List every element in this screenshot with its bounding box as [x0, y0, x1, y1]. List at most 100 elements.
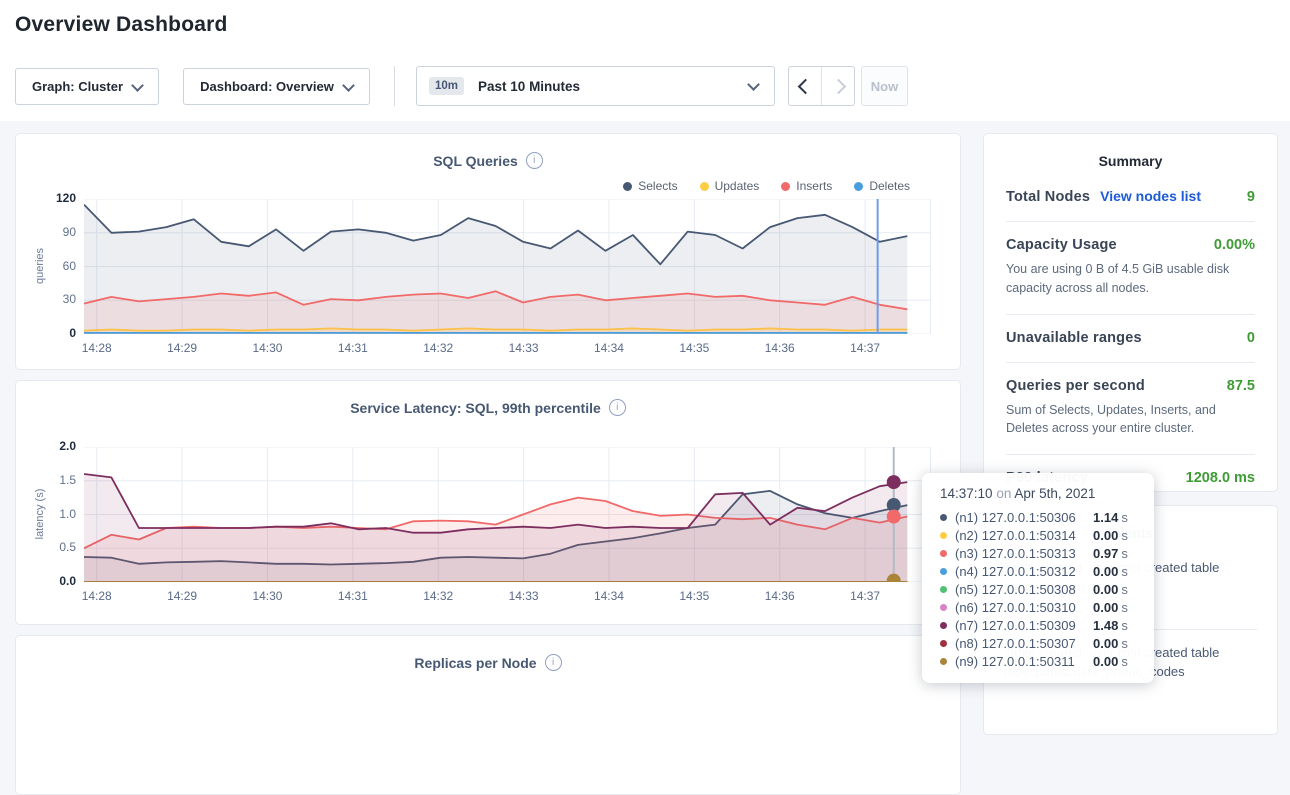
- x-axis-tick: 14:34: [587, 341, 631, 355]
- y-axis-tick: 0: [26, 326, 76, 340]
- tooltip-node-address: (n1) 127.0.0.1:50306: [955, 510, 1085, 525]
- summary-row-1: Capacity Usage0.00% You are using 0 B of …: [1006, 222, 1255, 315]
- tooltip-latency-value: 1.14s: [1093, 510, 1128, 525]
- summary-panel: Summary Total NodesView nodes list9Capac…: [983, 133, 1278, 492]
- summary-label: Total Nodes: [1006, 189, 1090, 205]
- info-icon[interactable]: i: [545, 654, 562, 671]
- summary-row-2: Unavailable ranges0: [1006, 315, 1255, 363]
- tooltip-row-8: (n8) 127.0.0.1:503070.00s: [940, 634, 1154, 652]
- summary-subtitle: Sum of Selects, Updates, Inserts, and De…: [1006, 401, 1255, 439]
- chevron-down-icon: [131, 79, 144, 92]
- tooltip-node-address: (n8) 127.0.0.1:50307: [955, 636, 1085, 651]
- x-axis-tick: 14:30: [245, 341, 289, 355]
- chevron-down-icon: [342, 79, 355, 92]
- chevron-right-icon: [830, 78, 846, 94]
- tooltip-timestamp: 14:37:10 on Apr 5th, 2021: [940, 486, 1154, 501]
- x-axis-tick: 14:35: [672, 341, 716, 355]
- now-button-label: Now: [871, 79, 898, 94]
- legend-dot-icon: [700, 182, 709, 191]
- tooltip-latency-unit: s: [1121, 618, 1128, 633]
- dashboard-dropdown[interactable]: Dashboard: Overview: [183, 68, 370, 105]
- legend-item-deletes[interactable]: Deletes: [854, 179, 910, 193]
- tooltip-rows: (n1) 127.0.0.1:50306 1.14s (n2) 127.0.0.1:…: [940, 508, 1154, 670]
- x-axis-tick: 14:29: [160, 341, 204, 355]
- tooltip-latency-value: 1.48s: [1093, 618, 1128, 633]
- x-axis-tick: 14:36: [758, 589, 802, 603]
- tooltip-node-address: (n9) 127.0.0.1:50311: [955, 654, 1085, 669]
- node-color-dot-icon: [940, 658, 947, 665]
- tooltip-node-address: (n5) 127.0.0.1:50308: [955, 582, 1085, 597]
- y-axis-tick: 1.0: [26, 507, 76, 521]
- time-range-dropdown[interactable]: 10m Past 10 Minutes: [416, 66, 775, 106]
- summary-row-head: Queries per second87.5: [1006, 378, 1255, 394]
- summary-rows: Total Nodes View nodes list 9 Capacity Usag…: [984, 173, 1277, 502]
- legend-item-inserts[interactable]: Inserts: [781, 179, 832, 193]
- tooltip-row-3: (n3) 127.0.0.1:503130.97s: [940, 544, 1154, 562]
- tooltip-latency-value: 0.00s: [1093, 654, 1128, 669]
- y-axis-tick: 60: [26, 259, 76, 273]
- legend-label: Inserts: [796, 179, 832, 193]
- service-latency-card: Service Latency: SQL, 99th percentile i …: [15, 380, 961, 625]
- time-range-label: Past 10 Minutes: [478, 79, 580, 94]
- sql-queries-legend: Selects Updates Inserts Deletes: [623, 179, 910, 193]
- sql-queries-chart-title: SQL Queries: [433, 153, 518, 169]
- sql-queries-chart-canvas[interactable]: [84, 199, 931, 334]
- graph-dropdown[interactable]: Graph: Cluster: [15, 68, 159, 105]
- legend-label: Deletes: [869, 179, 910, 193]
- view-nodes-list-link[interactable]: View nodes list: [1100, 188, 1201, 204]
- tooltip-latency-unit: s: [1121, 582, 1128, 597]
- summary-row-3: Queries per second87.5 Sum of Selects, Up…: [1006, 363, 1255, 456]
- sql-queries-card: SQL Queries i Selects Updates Inserts Delet…: [15, 133, 961, 370]
- tooltip-latency-unit: s: [1121, 654, 1128, 669]
- legend-item-selects[interactable]: Selects: [623, 179, 677, 193]
- summary-label: Queries per second: [1006, 378, 1145, 394]
- info-icon[interactable]: i: [526, 152, 543, 169]
- legend-dot-icon: [781, 182, 790, 191]
- replicas-chart-title: Replicas per Node: [414, 655, 536, 671]
- tooltip-latency-unit: s: [1121, 510, 1128, 525]
- time-back-button[interactable]: [789, 67, 821, 105]
- summary-value: 9: [1247, 189, 1255, 205]
- x-axis-tick: 14:32: [416, 341, 460, 355]
- tooltip-node-address: (n6) 127.0.0.1:50310: [955, 600, 1085, 615]
- x-axis-tick: 14:34: [587, 589, 631, 603]
- now-button[interactable]: Now: [861, 66, 908, 106]
- y-axis-tick: 90: [26, 225, 76, 239]
- x-axis-tick: 14:30: [245, 589, 289, 603]
- tooltip-node-address: (n3) 127.0.0.1:50313: [955, 546, 1085, 561]
- tooltip-row-5: (n5) 127.0.0.1:50308 0.00s: [940, 580, 1154, 598]
- tooltip-latency-value: 0.00s: [1093, 582, 1128, 597]
- page-title: Overview Dashboard: [15, 13, 228, 37]
- info-icon[interactable]: i: [609, 399, 626, 416]
- x-axis-tick: 14:37: [843, 589, 887, 603]
- tooltip-latency-unit: s: [1121, 564, 1128, 579]
- time-forward-button[interactable]: [821, 67, 854, 105]
- summary-row-head: Total Nodes View nodes list 9: [1006, 188, 1255, 205]
- graph-dropdown-label: Graph: Cluster: [32, 79, 123, 94]
- legend-item-updates[interactable]: Updates: [700, 179, 760, 193]
- legend-label: Selects: [638, 179, 677, 193]
- node-color-dot-icon: [940, 640, 947, 647]
- summary-row-head: Capacity Usage0.00%: [1006, 237, 1255, 253]
- node-color-dot-icon: [940, 568, 947, 575]
- node-color-dot-icon: [940, 604, 947, 611]
- x-axis-tick: 14:32: [416, 589, 460, 603]
- x-axis-tick: 14:33: [502, 341, 546, 355]
- x-axis-tick: 14:28: [75, 589, 119, 603]
- tooltip-row-9: (n9) 127.0.0.1:50311 0.00s: [940, 652, 1154, 670]
- legend-label: Updates: [715, 179, 760, 193]
- time-range-badge: 10m: [429, 77, 464, 95]
- tooltip-node-address: (n2) 127.0.0.1:50314: [955, 528, 1085, 543]
- tooltip-node-address: (n4) 127.0.0.1:50312: [955, 564, 1085, 579]
- summary-subtitle: You are using 0 B of 4.5 GiB usable disk…: [1006, 260, 1255, 298]
- tooltip-latency-value: 0.00s: [1093, 564, 1128, 579]
- x-axis-tick: 14:33: [502, 589, 546, 603]
- x-axis-tick: 14:35: [672, 589, 716, 603]
- tooltip-latency-unit: s: [1121, 636, 1128, 651]
- tooltip-connector: on: [996, 486, 1011, 501]
- tooltip-latency-unit: s: [1121, 546, 1128, 561]
- tooltip-latency-unit: s: [1121, 600, 1128, 615]
- service-latency-chart-canvas[interactable]: [84, 447, 931, 582]
- node-color-dot-icon: [940, 550, 947, 557]
- tooltip-row-6: (n6) 127.0.0.1:503100.00s: [940, 598, 1154, 616]
